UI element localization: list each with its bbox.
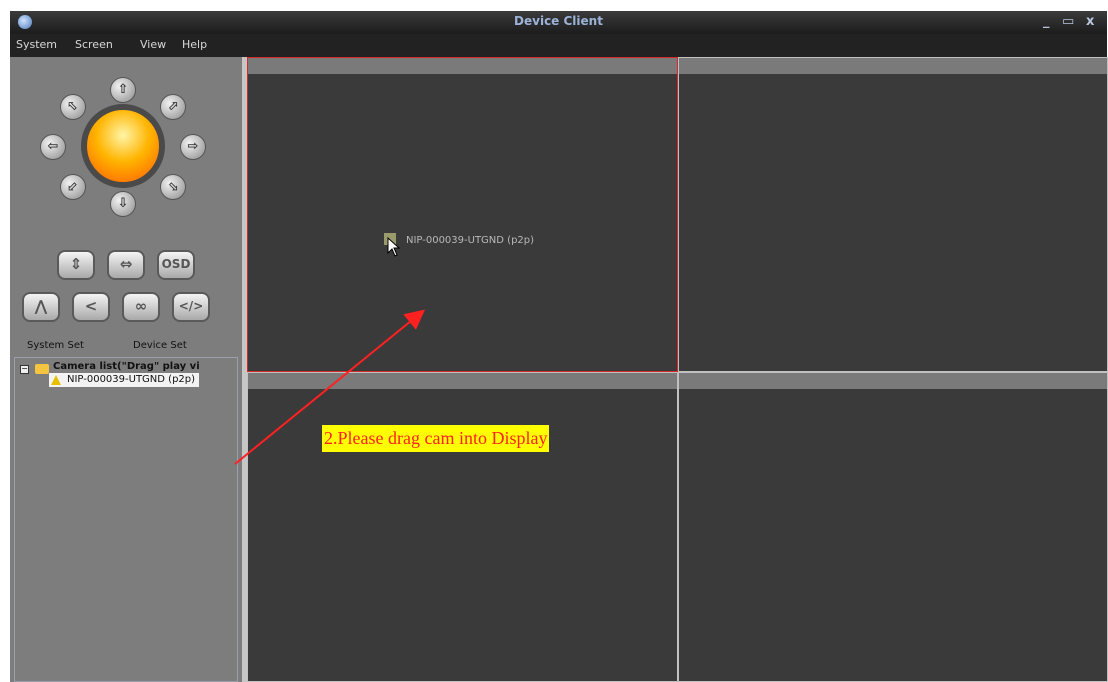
tree-camera-item[interactable]: NIP-000039-UTGND (p2p) [49, 373, 200, 387]
display-cell-4[interactable] [678, 372, 1108, 682]
display-cell-2[interactable] [678, 57, 1108, 372]
control-panel: ⇧ ⇩ ⇦ ⇨ ⬁ ⬀ ⬃ ⬂ ⇕ ⇔ OSD ⋀ < ∞ </> System… [10, 57, 242, 682]
minimize-button[interactable]: _ [1043, 14, 1050, 29]
vertical-flip-button[interactable]: ⇕ [57, 250, 95, 280]
tree-root-label[interactable]: Camera list("Drag" play vi [53, 361, 239, 372]
ptz-center-button[interactable] [81, 104, 165, 188]
control-button-1[interactable]: ⋀ [22, 292, 60, 322]
camera-tree: − Camera list("Drag" play vi NIP-000039-… [14, 357, 238, 682]
control-button-4[interactable]: </> [172, 292, 210, 322]
display-cell-header [248, 373, 677, 389]
menu-help[interactable]: Help [182, 38, 207, 51]
tree-collapse-toggle[interactable]: − [20, 365, 29, 374]
display-cell-header [248, 58, 677, 74]
folder-icon [35, 364, 49, 374]
ptz-right-button[interactable]: ⇨ [180, 134, 206, 160]
maximize-button[interactable]: ▭ [1062, 14, 1074, 29]
ptz-control: ⇧ ⇩ ⇦ ⇨ ⬁ ⬀ ⬃ ⬂ [38, 77, 208, 217]
ptz-down-left-button[interactable]: ⬃ [60, 174, 86, 200]
display-cell-header [679, 58, 1107, 74]
control-button-2[interactable]: < [72, 292, 110, 322]
menu-bar: System Screen View Help [10, 34, 1107, 57]
close-button[interactable]: x [1086, 14, 1094, 29]
ptz-up-right-button[interactable]: ⬀ [160, 94, 186, 120]
ptz-down-button[interactable]: ⇩ [110, 191, 136, 217]
cursor-icon [387, 237, 401, 257]
menu-system[interactable]: System [16, 38, 57, 51]
system-set-button[interactable]: System Set [27, 340, 84, 351]
window-title: Device Client [514, 14, 603, 28]
menu-view[interactable]: View [140, 38, 166, 51]
ptz-up-button[interactable]: ⇧ [110, 77, 136, 103]
control-button-3[interactable]: ∞ [122, 292, 160, 322]
horizontal-flip-button[interactable]: ⇔ [107, 250, 145, 280]
device-set-button[interactable]: Device Set [133, 340, 187, 351]
ptz-left-button[interactable]: ⇦ [40, 134, 66, 160]
menu-screen[interactable]: Screen [75, 38, 113, 51]
osd-button[interactable]: OSD [157, 250, 195, 280]
warning-icon [51, 375, 61, 385]
dragged-camera-label: NIP-000039-UTGND (p2p) [406, 235, 535, 246]
display-cell-header [679, 373, 1107, 389]
ptz-up-left-button[interactable]: ⬁ [60, 94, 86, 120]
title-bar: Device Client _ ▭ x [10, 11, 1107, 34]
display-cell-1[interactable]: NIP-000039-UTGND (p2p) [247, 57, 678, 372]
display-cell-3[interactable] [247, 372, 678, 682]
ptz-down-right-button[interactable]: ⬂ [160, 174, 186, 200]
instruction-annotation: 2.Please drag cam into Display [322, 425, 550, 452]
